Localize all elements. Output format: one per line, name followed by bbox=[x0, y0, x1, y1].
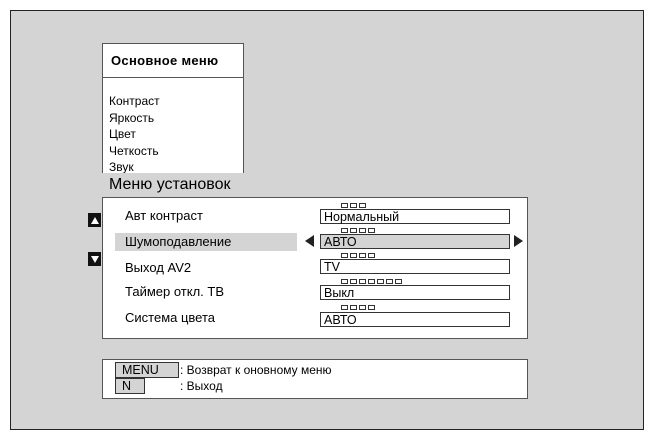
level-dots bbox=[341, 279, 402, 284]
setting-label-tv-off-timer[interactable]: Таймер откл. ТВ bbox=[125, 283, 224, 301]
setting-label-auto-contrast[interactable]: Авт контраст bbox=[125, 207, 203, 225]
scroll-up-icon[interactable] bbox=[88, 213, 101, 227]
main-menu-item-sharpness[interactable]: Четкость bbox=[109, 143, 160, 160]
n-key-button[interactable]: N bbox=[115, 378, 145, 394]
setting-value-noise-reduction[interactable]: АВТО bbox=[320, 234, 510, 249]
level-dots bbox=[341, 305, 375, 310]
main-menu-title: Основное меню bbox=[103, 44, 243, 78]
menu-key-description: : Возврат к оновному меню bbox=[180, 363, 332, 377]
n-key-description: : Выход bbox=[180, 379, 223, 393]
level-dots bbox=[341, 228, 375, 233]
main-menu-item-color[interactable]: Цвет bbox=[109, 126, 160, 143]
setting-label-av2-output[interactable]: Выход AV2 bbox=[125, 259, 191, 277]
arrow-left-icon[interactable] bbox=[305, 235, 314, 247]
main-menu-items: Контраст Яркость Цвет Четкость Звук bbox=[109, 93, 160, 176]
setting-value-auto-contrast[interactable]: Нормальный bbox=[320, 209, 510, 224]
level-dots bbox=[341, 203, 366, 208]
menu-key-button[interactable]: MENU bbox=[115, 362, 179, 378]
main-menu-panel: Основное меню Контраст Яркость Цвет Четк… bbox=[102, 43, 244, 175]
main-menu-item-brightness[interactable]: Яркость bbox=[109, 110, 160, 127]
help-panel: MENU : Возврат к оновному меню N : Выход bbox=[102, 359, 528, 399]
arrow-right-icon[interactable] bbox=[514, 235, 523, 247]
setup-menu-panel: Авт контраст Нормальный Шумоподавление А… bbox=[102, 197, 528, 339]
setting-value-color-system[interactable]: АВТО bbox=[320, 312, 510, 327]
level-dots bbox=[341, 253, 375, 258]
setting-value-av2-output[interactable]: TV bbox=[320, 259, 510, 274]
main-menu-item-contrast[interactable]: Контраст bbox=[109, 93, 160, 110]
setting-label-noise-reduction[interactable]: Шумоподавление bbox=[115, 233, 297, 251]
setting-value-tv-off-timer[interactable]: Выкл bbox=[320, 285, 510, 300]
setting-label-color-system[interactable]: Система цвета bbox=[125, 309, 215, 327]
scroll-down-icon[interactable] bbox=[88, 252, 101, 266]
setup-menu-title: Меню установок bbox=[101, 173, 257, 197]
